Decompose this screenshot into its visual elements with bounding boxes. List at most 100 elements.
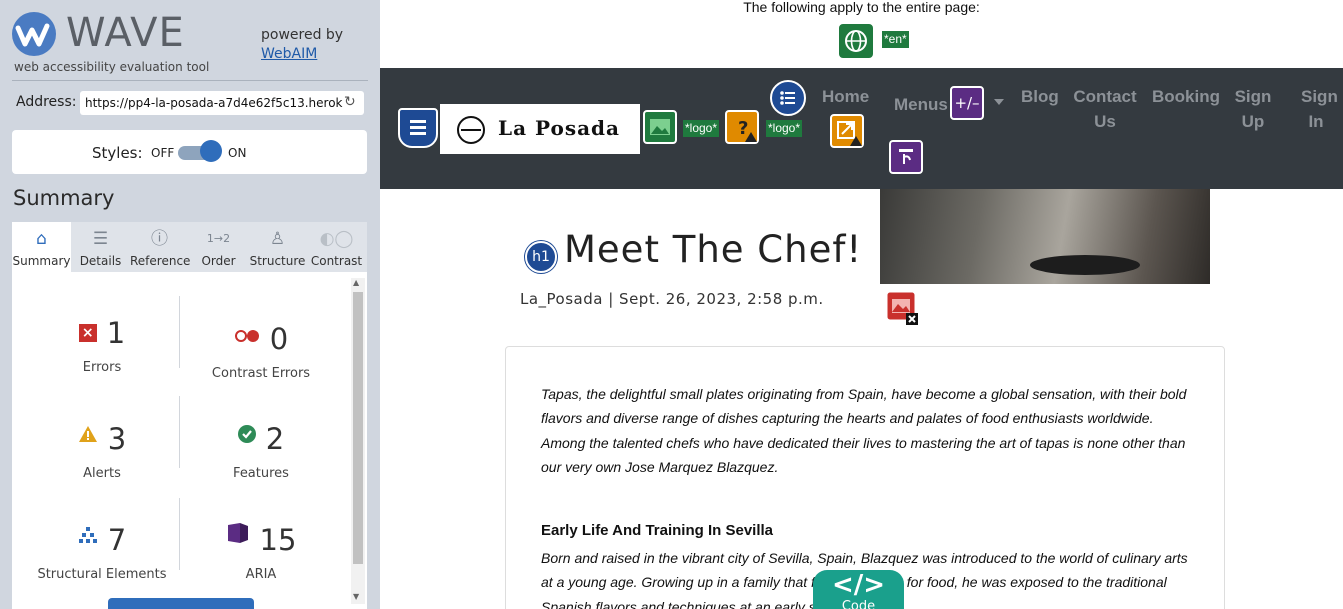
- redundant-link-alert-icon[interactable]: [830, 114, 864, 148]
- language-globe-icon[interactable]: [839, 24, 873, 58]
- divider: [12, 80, 368, 81]
- page-notice: The following apply to the entire page:: [743, 0, 980, 15]
- summary-panel: × 1 Errors 0 Contrast Errors 3 Alerts 2 F…: [12, 272, 367, 609]
- errors-count: 1: [106, 316, 126, 350]
- aria-icon: [226, 517, 250, 551]
- tab-label: Details: [79, 254, 122, 268]
- language-badge: *en*: [882, 31, 909, 48]
- aria-popup-icon[interactable]: [889, 140, 923, 174]
- home-icon: ⌂: [36, 229, 47, 249]
- alert-icon: [78, 416, 98, 450]
- address-input[interactable]: https://pp4-la-posada-a7d4e62f5c13.herok: [80, 91, 364, 115]
- list-icon: ☰: [92, 229, 109, 249]
- scroll-down-arrow[interactable]: ▼: [353, 592, 359, 601]
- aria-label: ARIA: [245, 567, 277, 582]
- pan-shape: [1030, 255, 1140, 275]
- intro-paragraph: Tapas, the delightful small plates origi…: [541, 386, 1187, 475]
- error-icon: ×: [78, 324, 97, 342]
- alerts-count: 3: [107, 422, 127, 456]
- code-label: Code: [841, 599, 876, 609]
- brand-name: La Posada: [498, 116, 620, 140]
- wave-sidebar: WAVE web accessibility evaluation tool p…: [0, 0, 380, 609]
- missing-alt-error-icon[interactable]: [886, 291, 918, 325]
- brand-logo-icon: [457, 116, 485, 144]
- aria-expanded-label: +/–: [954, 94, 980, 112]
- features-stat[interactable]: 2 Features: [181, 416, 341, 481]
- summary-heading: Summary: [13, 186, 115, 210]
- feature-check-icon: [237, 416, 256, 450]
- tab-label: Summary: [12, 254, 71, 268]
- styles-label: Styles:: [92, 144, 143, 162]
- h1-heading-icon[interactable]: h1: [525, 241, 557, 273]
- evaluated-page: The following apply to the entire page: …: [380, 0, 1343, 609]
- logo-alt-badge-2: *logo*: [766, 120, 803, 137]
- code-icon: </>: [831, 570, 886, 600]
- list-structure-icon[interactable]: [770, 80, 806, 116]
- brand-logo[interactable]: La Posada: [440, 104, 640, 154]
- nav-blog[interactable]: Blog: [1021, 84, 1059, 109]
- errors-label: Errors: [82, 360, 122, 375]
- tab-label: Contrast: [310, 254, 363, 268]
- features-count: 2: [265, 422, 285, 456]
- styles-off-label: OFF: [151, 146, 175, 160]
- tab-reference[interactable]: ⓘ Reference: [130, 222, 191, 272]
- linked-image-icon[interactable]: [643, 110, 677, 144]
- styles-toggle-knob[interactable]: [200, 140, 222, 162]
- tab-contrast[interactable]: ◐◯ Contrast: [307, 222, 366, 272]
- aria-count: 15: [259, 523, 297, 557]
- info-icon: ⓘ: [151, 229, 168, 249]
- styles-on-label: ON: [228, 146, 247, 160]
- contrast-errors-count: 0: [269, 322, 289, 356]
- contrast-errors-stat[interactable]: 0 Contrast Errors: [181, 316, 341, 381]
- logo-alt-badge: *logo*: [683, 120, 720, 137]
- tab-details[interactable]: ☰ Details: [71, 222, 130, 272]
- structural-count: 7: [107, 523, 127, 557]
- contrast-error-icon: [234, 316, 260, 350]
- structural-label: Structural Elements: [37, 567, 167, 582]
- features-label: Features: [233, 466, 289, 481]
- webaim-link[interactable]: WebAIM: [261, 46, 317, 62]
- aria-expanded-icon[interactable]: +/–: [950, 86, 984, 120]
- contrast-icon: ◐◯: [319, 229, 354, 249]
- post-byline: La_Posada | Sept. 26, 2023, 2:58 p.m.: [520, 290, 824, 308]
- aria-stat[interactable]: 15 ARIA: [181, 517, 341, 582]
- wave-logo-icon: [12, 12, 56, 56]
- tab-order[interactable]: 1→2 Order: [189, 222, 248, 272]
- tab-label: Reference: [130, 254, 191, 268]
- styles-toggle-panel: Styles: OFF ON: [12, 130, 367, 174]
- nav-signup[interactable]: Sign Up: [1234, 84, 1272, 134]
- tab-label: Order: [201, 254, 236, 268]
- wave-tagline: web accessibility evaluation tool: [14, 60, 210, 74]
- tab-label: Structure: [249, 254, 306, 268]
- svg-text:?: ?: [738, 118, 748, 139]
- code-toggle-button[interactable]: </> Code: [813, 570, 904, 609]
- section-heading: Early Life And Training In Sevilla: [541, 522, 774, 539]
- nav-home[interactable]: Home: [822, 84, 869, 109]
- wave-title: WAVE: [66, 10, 185, 56]
- chef-photo: [880, 189, 1210, 284]
- nav-contact[interactable]: Contact Us: [1073, 84, 1137, 134]
- address-label: Address:: [16, 94, 77, 110]
- powered-by: powered by WebAIM: [261, 26, 343, 64]
- alerts-label: Alerts: [83, 466, 121, 481]
- refresh-icon[interactable]: ↻: [344, 94, 356, 110]
- page-title: Meet The Chef!: [564, 228, 863, 271]
- order-icon: 1→2: [206, 232, 231, 245]
- structural-stat[interactable]: 7 Structural Elements: [22, 517, 182, 582]
- alerts-stat[interactable]: 3 Alerts: [22, 416, 182, 481]
- tab-summary[interactable]: ⌂ Summary: [12, 222, 71, 272]
- nav-booking[interactable]: Booking: [1152, 84, 1220, 109]
- wave-tabs: ⌂ Summary ☰ Details ⓘ Reference 1→2 Orde…: [12, 222, 367, 272]
- navigation-structure-icon[interactable]: [398, 108, 438, 148]
- alert-question-icon[interactable]: ?: [725, 110, 759, 144]
- errors-stat[interactable]: × 1 Errors: [22, 316, 182, 375]
- nav-signin[interactable]: Sign In: [1301, 84, 1338, 134]
- scroll-thumb[interactable]: [353, 292, 363, 564]
- view-details-button[interactable]: [108, 598, 254, 609]
- tab-structure[interactable]: ♙ Structure: [248, 222, 307, 272]
- powered-by-text: powered by: [261, 27, 344, 43]
- scroll-up-arrow[interactable]: ▲: [353, 278, 359, 287]
- chevron-down-icon[interactable]: [994, 99, 1004, 105]
- structure-icon: ♙: [269, 229, 286, 249]
- nav-menus[interactable]: Menus: [894, 92, 948, 117]
